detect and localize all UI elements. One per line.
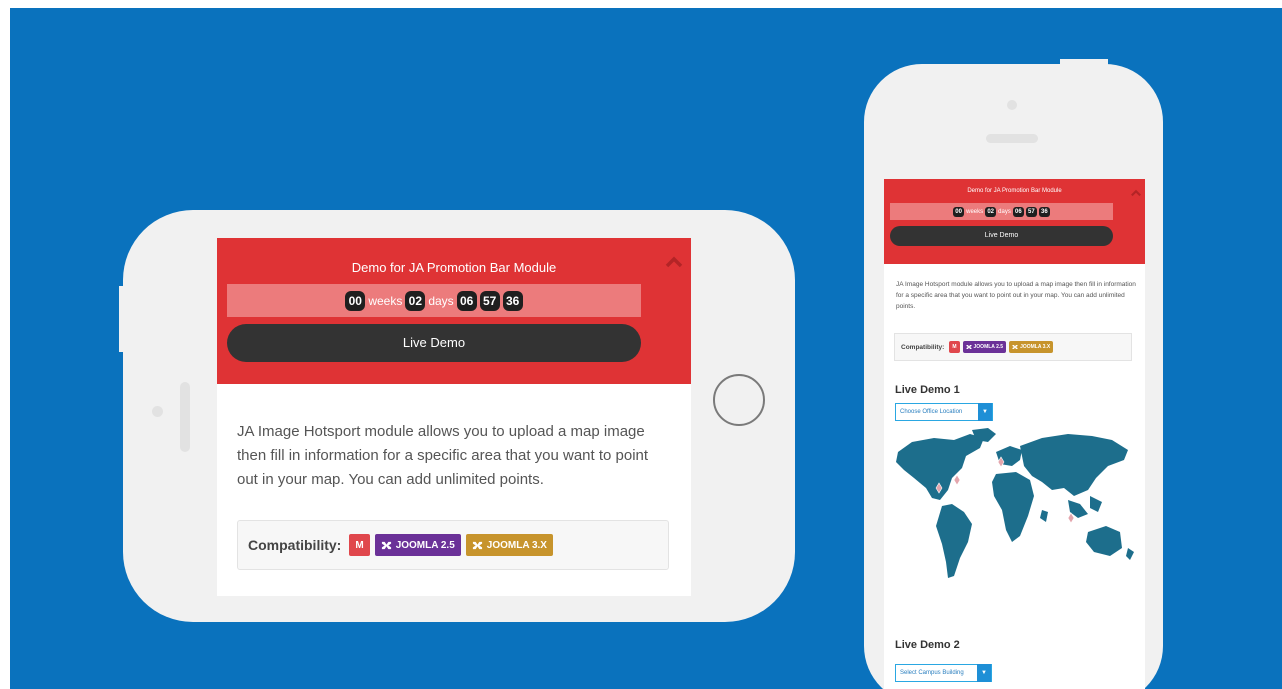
module-description: JA Image Hotsport module allows you to u… (237, 423, 649, 488)
office-location-dropdown[interactable]: Choose Office Location ▼ (895, 403, 993, 421)
days-label: days (428, 293, 454, 308)
promo-title: Demo for JA Promotion Bar Module (967, 188, 1062, 194)
weeks-label: weeks (368, 293, 403, 308)
dropdown-value: Select Campus Building (900, 670, 964, 676)
joomla-icon (1012, 345, 1018, 349)
dropdown-value: Choose Office Location (900, 409, 963, 415)
portrait-screen: Demo for JA Promotion Bar Module 00 week… (884, 179, 1145, 689)
joomla-icon (472, 541, 482, 549)
home-button[interactable] (713, 374, 765, 426)
countdown-timer: 00 weeks 02 days 06 57 36 (227, 284, 641, 317)
compatibility-label: Compatibility: (901, 343, 945, 351)
joomla-icon (381, 541, 391, 549)
live-demo-button[interactable]: Live Demo (890, 226, 1113, 246)
portrait-phone: Demo for JA Promotion Bar Module 00 week… (864, 59, 1163, 689)
countdown-timer: 00 weeks 02 days 06 57 36 (890, 203, 1113, 220)
hours-value: 06 (456, 290, 477, 311)
seconds-value: 36 (1038, 206, 1050, 217)
chevron-up-icon[interactable] (664, 252, 684, 272)
blue-background: Demo for JA Promotion Bar Module 00 week… (10, 8, 1282, 689)
hours-value: 06 (1012, 206, 1024, 217)
compatibility-box: Compatibility: M JOOMLA 2.5 JOOMLA 3.X (237, 520, 669, 570)
badge-joomla-3-x: JOOMLA 3.X (465, 534, 553, 556)
days-label: days (998, 208, 1011, 215)
joomla-icon (966, 345, 972, 349)
world-map[interactable] (892, 426, 1138, 616)
live-demo-1-heading: Live Demo 1 (895, 384, 960, 396)
weeks-value: 00 (345, 290, 366, 311)
campus-building-dropdown[interactable]: Select Campus Building ▼ (895, 664, 992, 682)
promotion-bar: Demo for JA Promotion Bar Module 00 week… (884, 179, 1145, 264)
days-value: 02 (405, 290, 426, 311)
side-button (119, 286, 125, 352)
power-button (1060, 59, 1108, 67)
landscape-screen: Demo for JA Promotion Bar Module 00 week… (217, 238, 691, 596)
module-description: JA Image Hotsport module allows you to u… (896, 281, 1136, 310)
weeks-label: weeks (966, 208, 984, 215)
dropdown-arrow-icon[interactable]: ▼ (977, 664, 991, 682)
landscape-phone: Demo for JA Promotion Bar Module 00 week… (119, 210, 795, 622)
weeks-value: 00 (953, 206, 965, 217)
days-value: 02 (985, 206, 997, 217)
badge-joomla-3-x: JOOMLA 3.X (1009, 341, 1054, 353)
badge-joomla-2-5: JOOMLA 2.5 (962, 341, 1007, 353)
phone-camera (1007, 100, 1017, 110)
live-demo-button[interactable]: Live Demo (227, 324, 641, 362)
minutes-value: 57 (1025, 206, 1037, 217)
chevron-up-icon[interactable] (1130, 187, 1142, 199)
minutes-value: 57 (479, 290, 500, 311)
badge-m: M (949, 341, 960, 353)
promotion-bar: Demo for JA Promotion Bar Module 00 week… (217, 238, 691, 384)
compatibility-label: Compatibility: (248, 537, 342, 553)
phone-speaker (180, 382, 190, 452)
phone-speaker (986, 134, 1038, 143)
badge-m: M (349, 534, 370, 556)
live-demo-2-heading: Live Demo 2 (895, 639, 960, 651)
badge-joomla-2-5: JOOMLA 2.5 (374, 534, 461, 556)
dropdown-arrow-icon[interactable]: ▼ (978, 403, 992, 421)
phone-camera (152, 406, 163, 417)
seconds-value: 36 (502, 290, 523, 311)
compatibility-box: Compatibility: M JOOMLA 2.5 JOOMLA 3.X (894, 333, 1132, 361)
promo-title: Demo for JA Promotion Bar Module (351, 260, 557, 275)
